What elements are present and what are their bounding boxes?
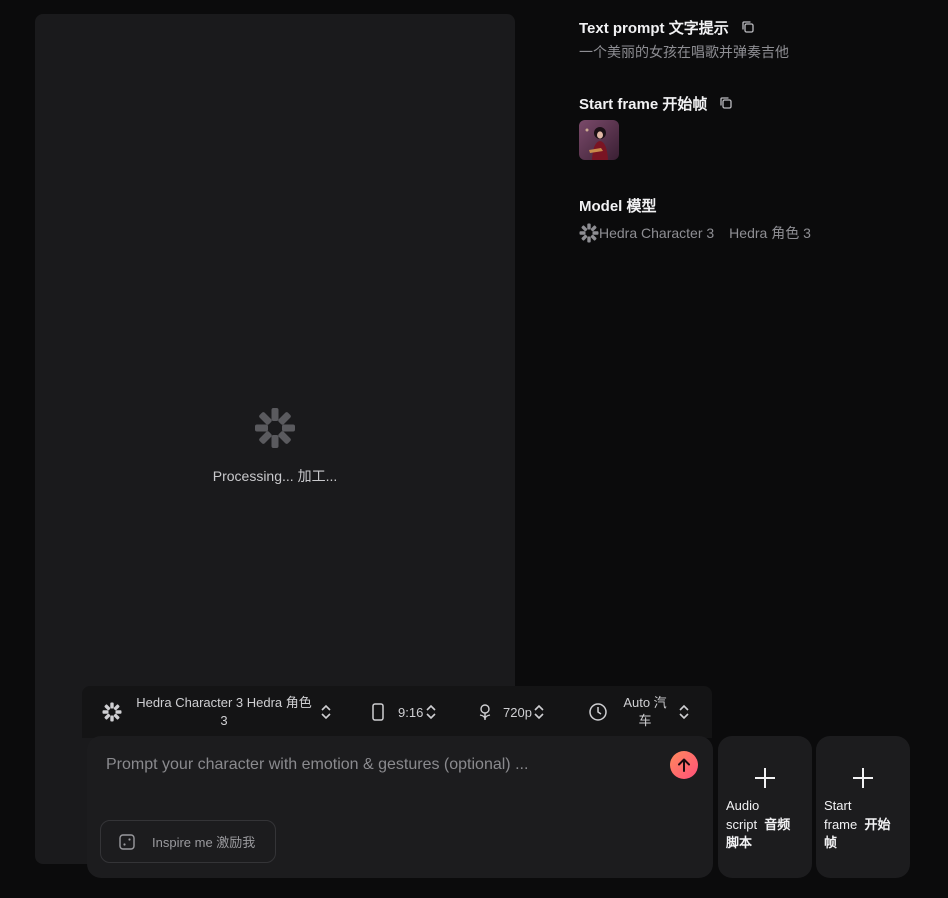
frame-label-cn: 开始	[864, 816, 891, 832]
model-name: Hedra Character 3	[599, 225, 715, 241]
aspect-ratio-value: 9:16	[398, 704, 424, 720]
model-heading: Model 模型	[579, 194, 939, 216]
chevron-up-down-icon	[321, 704, 331, 720]
plus-icon	[755, 768, 775, 788]
send-button[interactable]	[670, 751, 698, 779]
duration-line2: 车	[638, 713, 652, 728]
model-value: Hedra Character 3 Hedra 角色 3	[579, 223, 939, 243]
resolution-value: 720p	[503, 704, 532, 720]
model-selector-line1: Hedra Character 3 Hedra 角色	[136, 695, 312, 710]
hedra-logo-icon	[102, 702, 122, 722]
text-prompt-label: Text prompt 文字提示	[579, 19, 729, 37]
text-prompt-heading: Text prompt 文字提示	[579, 16, 939, 38]
frame-label-cn2: 帧	[824, 835, 838, 850]
arrow-up-icon	[678, 758, 690, 772]
model-name-cn: Hedra 角色 3	[729, 225, 811, 241]
audio-label-en2: script	[726, 816, 758, 832]
frame-label-en2: frame	[824, 816, 858, 832]
flower-quality-icon	[479, 704, 491, 720]
model-label: Model 模型	[579, 197, 657, 215]
text-prompt-value: 一个美丽的女孩在唱歌并弹奏吉他	[579, 44, 789, 60]
model-selector[interactable]: Hedra Character 3 Hedra 角色 3	[102, 694, 332, 730]
chevron-up-down-icon	[679, 704, 689, 720]
add-audio-script-button[interactable]: Audio script 音频 脚本	[718, 736, 812, 878]
copy-icon[interactable]	[719, 96, 733, 110]
phone-portrait-icon	[372, 703, 384, 721]
aspect-ratio-selector[interactable]: 9:16	[371, 703, 437, 721]
start-frame-thumbnail[interactable]	[579, 120, 619, 160]
start-frame-label: Start frame 开始帧	[579, 95, 708, 113]
processing-status: Processing... 加工...	[212, 468, 338, 484]
clock-icon	[589, 703, 607, 721]
model-selector-line2: 3	[220, 713, 228, 728]
inspire-me-label: Inspire me 激励我	[152, 835, 256, 850]
generation-details: Text prompt 文字提示 一个美丽的女孩在唱歌并弹奏吉他 Start f…	[579, 16, 939, 243]
duration-selector[interactable]: Auto 汽 车	[588, 694, 690, 730]
duration-line1: Auto 汽	[623, 695, 667, 710]
hedra-logo-icon	[579, 223, 599, 243]
duration-label: Auto 汽 车	[620, 694, 670, 730]
inspire-me-button[interactable]: Inspire me 激励我	[100, 820, 276, 863]
plus-icon	[853, 768, 873, 788]
audio-script-label: Audio script 音频 脚本	[726, 797, 806, 853]
copy-icon[interactable]	[741, 20, 755, 34]
start-frame-card-label: Start frame 开始 帧	[824, 797, 904, 853]
generation-settings-toolbar: Hedra Character 3 Hedra 角色 3 9:16 720p A…	[82, 686, 712, 738]
prompt-composer: Inspire me 激励我	[87, 736, 713, 878]
hedra-logo-spinner-icon	[255, 408, 295, 448]
audio-label-cn: 音频	[764, 816, 791, 832]
add-start-frame-button[interactable]: Start frame 开始 帧	[816, 736, 910, 878]
chevron-up-down-icon	[426, 704, 436, 720]
chevron-up-down-icon	[534, 704, 544, 720]
audio-label-en1: Audio	[726, 798, 760, 813]
model-selector-label: Hedra Character 3 Hedra 角色 3	[132, 694, 316, 730]
dice-icon	[119, 833, 135, 850]
start-frame-heading: Start frame 开始帧	[579, 92, 939, 114]
audio-label-cn2: 脚本	[726, 835, 753, 850]
resolution-selector[interactable]: 720p	[477, 703, 545, 721]
prompt-input[interactable]	[104, 752, 648, 778]
frame-label-en1: Start	[824, 798, 852, 813]
